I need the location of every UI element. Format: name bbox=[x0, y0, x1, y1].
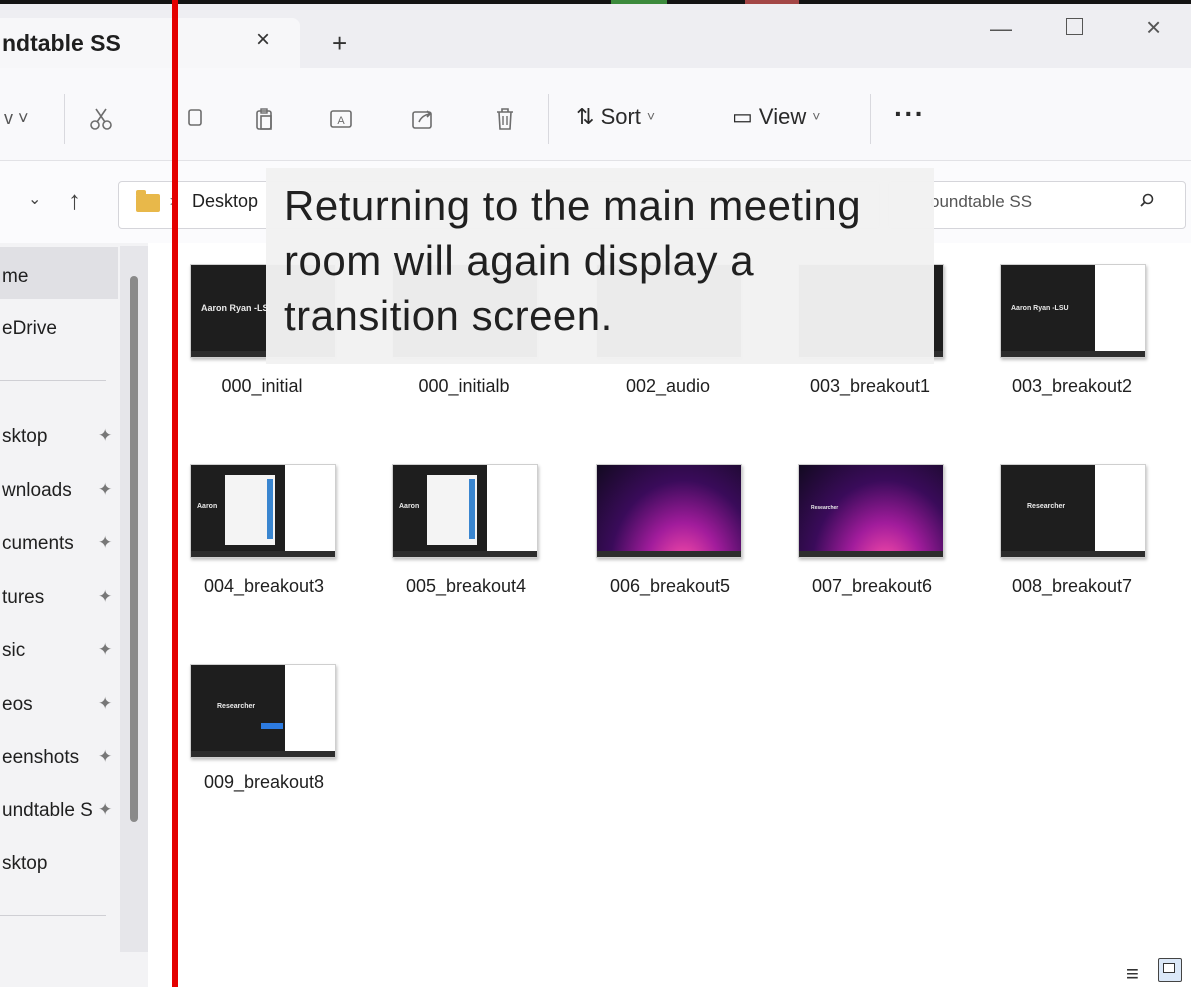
sidebar-item-documents[interactable]: cuments bbox=[2, 533, 74, 555]
large-icons-view-icon[interactable] bbox=[1158, 958, 1182, 982]
file-name[interactable]: 007_breakout6 bbox=[784, 576, 960, 597]
toolbar-divider bbox=[64, 94, 65, 144]
file-name[interactable]: 000_initial bbox=[190, 376, 334, 397]
maximize-icon[interactable] bbox=[1066, 18, 1083, 35]
sidebar-scrollbar-thumb[interactable] bbox=[130, 276, 138, 822]
file-name[interactable]: 002_audio bbox=[596, 376, 740, 397]
window-close-icon[interactable]: × bbox=[1146, 12, 1161, 43]
sidebar-divider bbox=[0, 915, 106, 916]
thumbnail-caption: Researcher bbox=[811, 505, 839, 511]
file-name[interactable]: 000_initialb bbox=[392, 376, 536, 397]
recent-locations-icon[interactable]: ⌄ bbox=[28, 189, 41, 209]
sidebar-item-videos[interactable]: eos bbox=[2, 694, 33, 716]
sidebar-item-downloads[interactable]: wnloads bbox=[2, 480, 72, 502]
thumbnail-caption: Researcher bbox=[217, 703, 256, 710]
tab-bar: ndtable SS × + — × bbox=[0, 4, 1191, 68]
sidebar-item-home[interactable]: me bbox=[2, 266, 28, 288]
share-icon[interactable] bbox=[410, 106, 436, 132]
search-placeholder: oundtable SS bbox=[930, 192, 1033, 211]
copy-icon[interactable] bbox=[180, 106, 206, 132]
sidebar-item-desktop-2[interactable]: sktop bbox=[2, 853, 47, 875]
up-arrow-icon[interactable]: ↑ bbox=[68, 185, 81, 216]
command-bar: v ˅ A ⇅ Sort ˅ ▭ View ˅ ··· bbox=[0, 68, 1191, 161]
file-name[interactable]: 008_breakout7 bbox=[984, 576, 1160, 597]
new-chevron-icon[interactable]: v ˅ bbox=[4, 108, 29, 129]
red-annotation-line bbox=[172, 0, 178, 987]
view-icon: ▭ bbox=[732, 104, 753, 129]
caption-text: Returning to the main meeting room will … bbox=[284, 182, 862, 339]
file-thumbnail[interactable]: Aaron bbox=[392, 464, 538, 558]
search-icon[interactable] bbox=[1140, 193, 1154, 207]
sidebar-item-screenshots[interactable]: eenshots bbox=[2, 747, 79, 769]
file-thumbnail[interactable] bbox=[596, 464, 742, 558]
sidebar-item-onedrive[interactable]: eDrive bbox=[2, 318, 57, 340]
thumbnail-caption: Aaron bbox=[399, 503, 420, 510]
thumbnail-caption: Aaron Ryan -LSU bbox=[1011, 305, 1069, 312]
pin-icon: ✦ bbox=[98, 480, 113, 499]
file-thumbnail[interactable]: Researcher bbox=[1000, 464, 1146, 558]
sidebar-item-roundtable[interactable]: undtable S bbox=[2, 800, 93, 822]
file-thumbnail[interactable]: Researcher bbox=[190, 664, 336, 758]
pin-icon: ✦ bbox=[98, 694, 113, 713]
details-view-icon[interactable]: ≡ bbox=[1126, 961, 1139, 987]
pin-icon: ✦ bbox=[98, 640, 113, 659]
pin-icon: ✦ bbox=[98, 426, 113, 445]
sidebar-item-pictures[interactable]: tures bbox=[2, 587, 44, 609]
thumbnail-caption: Researcher bbox=[1027, 503, 1066, 510]
paste-icon[interactable] bbox=[252, 106, 278, 132]
pin-icon: ✦ bbox=[98, 533, 113, 552]
file-name[interactable]: 009_breakout8 bbox=[176, 772, 352, 793]
sort-button[interactable]: ⇅ Sort ˅ bbox=[576, 104, 655, 134]
folder-icon bbox=[136, 190, 160, 212]
svg-text:A: A bbox=[337, 115, 345, 127]
file-name[interactable]: 003_breakout2 bbox=[984, 376, 1160, 397]
tab-close-icon[interactable]: × bbox=[256, 26, 270, 54]
minimize-icon[interactable]: — bbox=[990, 16, 1012, 42]
thumbnail-caption: Aaron bbox=[197, 503, 218, 510]
sort-icon: ⇅ bbox=[576, 104, 595, 129]
tab-title[interactable]: ndtable SS bbox=[2, 30, 121, 57]
chevron-down-icon: ˅ bbox=[646, 108, 656, 124]
cut-icon[interactable] bbox=[88, 106, 114, 132]
view-label: View bbox=[758, 104, 807, 129]
sidebar-item-desktop[interactable]: sktop bbox=[2, 426, 47, 448]
sidebar-item-music[interactable]: sic bbox=[2, 640, 25, 662]
file-thumbnail[interactable]: Researcher bbox=[798, 464, 944, 558]
thumbnail-caption: Aaron Ryan -LS bbox=[201, 303, 269, 313]
view-button[interactable]: ▭ View ˅ bbox=[732, 104, 820, 134]
breadcrumb-desktop[interactable]: Desktop bbox=[192, 191, 258, 212]
file-explorer-window: ndtable SS × + — × v ˅ A ⇅ Sort ˅ ▭ View… bbox=[0, 0, 1191, 987]
new-tab-icon[interactable]: + bbox=[332, 28, 347, 59]
pin-icon: ✦ bbox=[98, 800, 113, 819]
file-thumbnail[interactable]: Aaron Ryan -LSU bbox=[1000, 264, 1146, 358]
toolbar-divider bbox=[870, 94, 871, 144]
sidebar-divider bbox=[0, 380, 106, 381]
file-name[interactable]: 003_breakout1 bbox=[798, 376, 942, 397]
file-name[interactable]: 004_breakout3 bbox=[176, 576, 352, 597]
pin-icon: ✦ bbox=[98, 747, 113, 766]
rename-icon[interactable]: A bbox=[328, 106, 354, 132]
more-options-icon[interactable]: ··· bbox=[894, 98, 925, 130]
chevron-down-icon: ˅ bbox=[812, 108, 821, 124]
delete-icon[interactable] bbox=[492, 106, 518, 132]
file-thumbnail[interactable]: Aaron bbox=[190, 464, 336, 558]
pin-icon: ✦ bbox=[98, 587, 113, 606]
file-name[interactable]: 005_breakout4 bbox=[378, 576, 554, 597]
toolbar-divider bbox=[548, 94, 549, 144]
sort-label: Sort bbox=[600, 104, 641, 129]
file-name[interactable]: 006_breakout5 bbox=[582, 576, 758, 597]
